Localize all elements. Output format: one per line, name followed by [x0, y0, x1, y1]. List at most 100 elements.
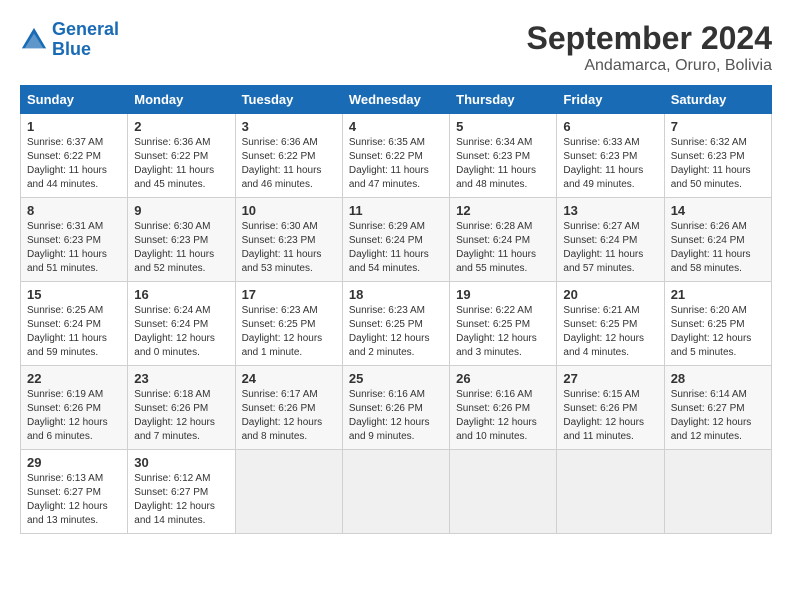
day-number: 8 [27, 203, 121, 218]
day-number: 3 [242, 119, 336, 134]
day-number: 21 [671, 287, 765, 302]
day-number: 1 [27, 119, 121, 134]
calendar-cell: 8 Sunrise: 6:31 AM Sunset: 6:23 PM Daylig… [21, 198, 128, 282]
week-row-2: 8 Sunrise: 6:31 AM Sunset: 6:23 PM Daylig… [21, 198, 772, 282]
day-number: 27 [563, 371, 657, 386]
day-info: Sunrise: 6:25 AM Sunset: 6:24 PM Dayligh… [27, 304, 121, 360]
day-info: Sunrise: 6:35 AM Sunset: 6:22 PM Dayligh… [349, 136, 443, 192]
calendar-cell: 21 Sunrise: 6:20 AM Sunset: 6:25 PM Dayli… [664, 282, 771, 366]
week-row-4: 22 Sunrise: 6:19 AM Sunset: 6:26 PM Dayli… [21, 366, 772, 450]
day-number: 23 [134, 371, 228, 386]
calendar-cell: 5Sunrise: 6:34 AM Sunset: 6:23 PM Daylig… [450, 114, 557, 198]
day-number: 11 [349, 203, 443, 218]
day-number: 24 [242, 371, 336, 386]
calendar-cell: 11 Sunrise: 6:29 AM Sunset: 6:24 PM Dayli… [342, 198, 449, 282]
day-info: Sunrise: 6:36 AM Sunset: 6:22 PM Dayligh… [134, 136, 228, 192]
day-number: 20 [563, 287, 657, 302]
day-info: Sunrise: 6:27 AM Sunset: 6:24 PM Dayligh… [563, 220, 657, 276]
calendar-cell: 28 Sunrise: 6:14 AM Sunset: 6:27 PM Dayli… [664, 366, 771, 450]
day-info: Sunrise: 6:32 AM Sunset: 6:23 PM Dayligh… [671, 136, 765, 192]
day-info: Sunrise: 6:28 AM Sunset: 6:24 PM Dayligh… [456, 220, 550, 276]
day-number: 9 [134, 203, 228, 218]
day-info: Sunrise: 6:15 AM Sunset: 6:26 PM Dayligh… [563, 388, 657, 444]
weekday-header-sunday: Sunday [21, 86, 128, 114]
calendar-cell: 19 Sunrise: 6:22 AM Sunset: 6:25 PM Dayli… [450, 282, 557, 366]
day-info: Sunrise: 6:30 AM Sunset: 6:23 PM Dayligh… [134, 220, 228, 276]
calendar-cell: 10 Sunrise: 6:30 AM Sunset: 6:23 PM Dayli… [235, 198, 342, 282]
week-row-3: 15 Sunrise: 6:25 AM Sunset: 6:24 PM Dayli… [21, 282, 772, 366]
day-info: Sunrise: 6:12 AM Sunset: 6:27 PM Dayligh… [134, 472, 228, 528]
day-info: Sunrise: 6:26 AM Sunset: 6:24 PM Dayligh… [671, 220, 765, 276]
logo-icon [20, 26, 48, 54]
day-number: 30 [134, 455, 228, 470]
calendar-cell: 2 Sunrise: 6:36 AM Sunset: 6:22 PM Daylig… [128, 114, 235, 198]
day-number: 15 [27, 287, 121, 302]
weekday-header-row: SundayMondayTuesdayWednesdayThursdayFrid… [21, 86, 772, 114]
weekday-header-wednesday: Wednesday [342, 86, 449, 114]
calendar-cell: 24 Sunrise: 6:17 AM Sunset: 6:26 PM Dayli… [235, 366, 342, 450]
day-number: 13 [563, 203, 657, 218]
day-number: 25 [349, 371, 443, 386]
weekday-header-monday: Monday [128, 86, 235, 114]
calendar-cell: 17 Sunrise: 6:23 AM Sunset: 6:25 PM Dayli… [235, 282, 342, 366]
calendar-cell: 14Sunrise: 6:26 AM Sunset: 6:24 PM Dayli… [664, 198, 771, 282]
logo: General Blue [20, 20, 119, 60]
calendar-cell [342, 450, 449, 534]
day-number: 5 [456, 119, 550, 134]
calendar-cell: 1 Sunrise: 6:37 AM Sunset: 6:22 PM Daylig… [21, 114, 128, 198]
day-info: Sunrise: 6:31 AM Sunset: 6:23 PM Dayligh… [27, 220, 121, 276]
day-number: 6 [563, 119, 657, 134]
day-number: 10 [242, 203, 336, 218]
location: Andamarca, Oruro, Bolivia [527, 57, 772, 75]
calendar-cell: 4 Sunrise: 6:35 AM Sunset: 6:22 PM Daylig… [342, 114, 449, 198]
logo-general: General [52, 19, 119, 39]
day-info: Sunrise: 6:29 AM Sunset: 6:24 PM Dayligh… [349, 220, 443, 276]
calendar-cell: 12Sunrise: 6:28 AM Sunset: 6:24 PM Dayli… [450, 198, 557, 282]
day-info: Sunrise: 6:36 AM Sunset: 6:22 PM Dayligh… [242, 136, 336, 192]
month-title: September 2024 [527, 20, 772, 57]
day-number: 17 [242, 287, 336, 302]
weekday-header-tuesday: Tuesday [235, 86, 342, 114]
weekday-header-thursday: Thursday [450, 86, 557, 114]
calendar-cell: 9 Sunrise: 6:30 AM Sunset: 6:23 PM Daylig… [128, 198, 235, 282]
day-number: 4 [349, 119, 443, 134]
calendar-cell: 26Sunrise: 6:16 AM Sunset: 6:26 PM Dayli… [450, 366, 557, 450]
day-info: Sunrise: 6:37 AM Sunset: 6:22 PM Dayligh… [27, 136, 121, 192]
day-number: 28 [671, 371, 765, 386]
weekday-header-saturday: Saturday [664, 86, 771, 114]
day-number: 26 [456, 371, 550, 386]
calendar-cell: 20 Sunrise: 6:21 AM Sunset: 6:25 PM Dayli… [557, 282, 664, 366]
day-info: Sunrise: 6:18 AM Sunset: 6:26 PM Dayligh… [134, 388, 228, 444]
calendar-cell [450, 450, 557, 534]
calendar-cell: 3 Sunrise: 6:36 AM Sunset: 6:22 PM Daylig… [235, 114, 342, 198]
day-number: 2 [134, 119, 228, 134]
day-number: 29 [27, 455, 121, 470]
day-number: 16 [134, 287, 228, 302]
calendar-cell: 23 Sunrise: 6:18 AM Sunset: 6:26 PM Dayli… [128, 366, 235, 450]
day-number: 18 [349, 287, 443, 302]
calendar-cell: 7 Sunrise: 6:32 AM Sunset: 6:23 PM Daylig… [664, 114, 771, 198]
day-number: 19 [456, 287, 550, 302]
logo-text: General Blue [52, 20, 119, 60]
day-info: Sunrise: 6:21 AM Sunset: 6:25 PM Dayligh… [563, 304, 657, 360]
day-info: Sunrise: 6:30 AM Sunset: 6:23 PM Dayligh… [242, 220, 336, 276]
day-info: Sunrise: 6:19 AM Sunset: 6:26 PM Dayligh… [27, 388, 121, 444]
day-info: Sunrise: 6:13 AM Sunset: 6:27 PM Dayligh… [27, 472, 121, 528]
weekday-header-friday: Friday [557, 86, 664, 114]
day-info: Sunrise: 6:14 AM Sunset: 6:27 PM Dayligh… [671, 388, 765, 444]
week-row-1: 1 Sunrise: 6:37 AM Sunset: 6:22 PM Daylig… [21, 114, 772, 198]
day-info: Sunrise: 6:17 AM Sunset: 6:26 PM Dayligh… [242, 388, 336, 444]
day-info: Sunrise: 6:22 AM Sunset: 6:25 PM Dayligh… [456, 304, 550, 360]
calendar-cell: 6Sunrise: 6:33 AM Sunset: 6:23 PM Daylig… [557, 114, 664, 198]
day-number: 7 [671, 119, 765, 134]
page-header: General Blue September 2024 Andamarca, O… [20, 20, 772, 75]
day-info: Sunrise: 6:23 AM Sunset: 6:25 PM Dayligh… [349, 304, 443, 360]
logo-blue: Blue [52, 40, 119, 60]
day-info: Sunrise: 6:16 AM Sunset: 6:26 PM Dayligh… [349, 388, 443, 444]
calendar-cell: 30 Sunrise: 6:12 AM Sunset: 6:27 PM Dayli… [128, 450, 235, 534]
calendar-cell [235, 450, 342, 534]
day-info: Sunrise: 6:20 AM Sunset: 6:25 PM Dayligh… [671, 304, 765, 360]
day-info: Sunrise: 6:23 AM Sunset: 6:25 PM Dayligh… [242, 304, 336, 360]
calendar-cell: 15 Sunrise: 6:25 AM Sunset: 6:24 PM Dayli… [21, 282, 128, 366]
day-number: 22 [27, 371, 121, 386]
